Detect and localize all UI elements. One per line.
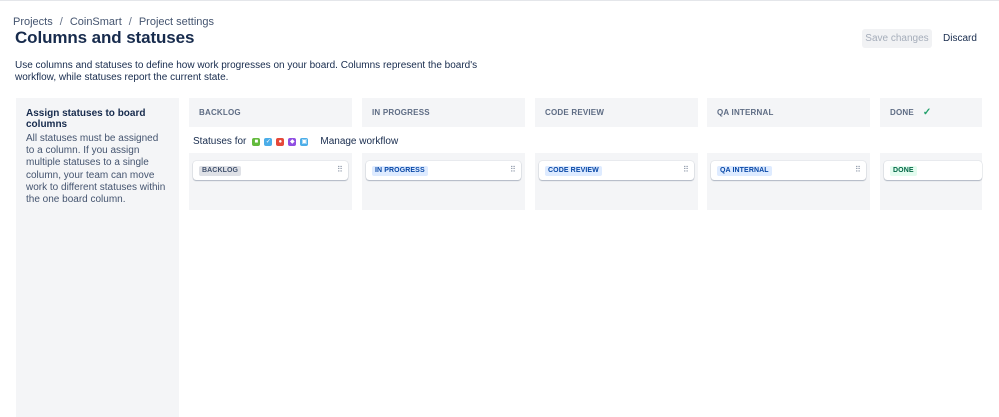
breadcrumb-project[interactable]: CoinSmart — [70, 16, 122, 28]
column-header-label: IN PROGRESS — [372, 108, 430, 117]
column-body-backlog: BACKLOG ⠿ — [189, 153, 352, 210]
column-header-code-review[interactable]: CODE REVIEW — [535, 98, 698, 127]
panel-title: Assign statuses to board columns — [26, 108, 146, 130]
column-header-qa-internal[interactable]: QA INTERNAL — [707, 98, 870, 127]
column-body-in-progress: IN PROGRESS ⠿ — [362, 153, 525, 210]
status-card-backlog[interactable]: BACKLOG ⠿ — [193, 161, 348, 180]
statuses-for-row: Statuses for ■ ✓ ● ◆ ▣ Manage workflow — [193, 136, 398, 147]
column-header-label: CODE REVIEW — [545, 108, 605, 117]
column-body-qa-internal: QA INTERNAL ⠿ — [707, 153, 870, 210]
subtask-icon[interactable]: ◆ — [288, 137, 297, 146]
status-lozenge: IN PROGRESS — [372, 165, 428, 176]
column-header-label: QA INTERNAL — [717, 108, 774, 117]
page-description: Use columns and statuses to define how w… — [15, 60, 478, 83]
story-icon[interactable]: ■ — [252, 137, 261, 146]
top-border — [0, 0, 999, 1]
status-lozenge: BACKLOG — [199, 165, 242, 176]
column-header-label: BACKLOG — [199, 108, 241, 117]
check-icon: ✓ — [922, 107, 932, 118]
manage-workflow-link[interactable]: Manage workflow — [320, 136, 398, 147]
column-header-label: DONE — [890, 108, 914, 117]
drag-handle-icon[interactable]: ⠿ — [337, 165, 343, 174]
column-body-done: DONE — [880, 153, 982, 210]
bug-icon[interactable]: ● — [276, 137, 285, 146]
discard-button[interactable]: Discard — [938, 29, 982, 48]
status-card-done[interactable]: DONE — [884, 161, 982, 180]
statuses-for-label: Statuses for — [193, 136, 247, 147]
status-card-code-review[interactable]: CODE REVIEW ⠿ — [539, 161, 694, 180]
status-lozenge: DONE — [890, 165, 917, 176]
status-lozenge: CODE REVIEW — [545, 165, 602, 176]
breadcrumb: Projects / CoinSmart / Project settings — [13, 16, 214, 28]
status-card-qa-internal[interactable]: QA INTERNAL ⠿ — [711, 161, 866, 180]
task-icon[interactable]: ✓ — [264, 137, 273, 146]
breadcrumb-project-settings[interactable]: Project settings — [139, 16, 214, 28]
breadcrumb-separator: / — [59, 16, 63, 28]
panel-text: All statuses must be assigned to a colum… — [26, 133, 166, 206]
breadcrumb-projects[interactable]: Projects — [13, 16, 53, 28]
assign-statuses-panel: Assign statuses to board columns All sta… — [16, 98, 179, 417]
column-body-code-review: CODE REVIEW ⠿ — [535, 153, 698, 210]
page-title: Columns and statuses — [15, 28, 195, 47]
save-changes-button[interactable]: Save changes — [862, 29, 932, 48]
subtask-alt-icon[interactable]: ▣ — [300, 137, 309, 146]
column-header-in-progress[interactable]: IN PROGRESS — [362, 98, 525, 127]
column-header-backlog[interactable]: BACKLOG — [189, 98, 352, 127]
issue-type-icons: ■ ✓ ● ◆ ▣ — [252, 137, 312, 146]
drag-handle-icon[interactable]: ⠿ — [855, 165, 861, 174]
column-header-done[interactable]: DONE ✓ — [880, 98, 982, 127]
breadcrumb-separator: / — [128, 16, 132, 28]
status-card-in-progress[interactable]: IN PROGRESS ⠿ — [366, 161, 521, 180]
drag-handle-icon[interactable]: ⠿ — [510, 165, 516, 174]
drag-handle-icon[interactable]: ⠿ — [683, 165, 689, 174]
status-lozenge: QA INTERNAL — [717, 165, 772, 176]
